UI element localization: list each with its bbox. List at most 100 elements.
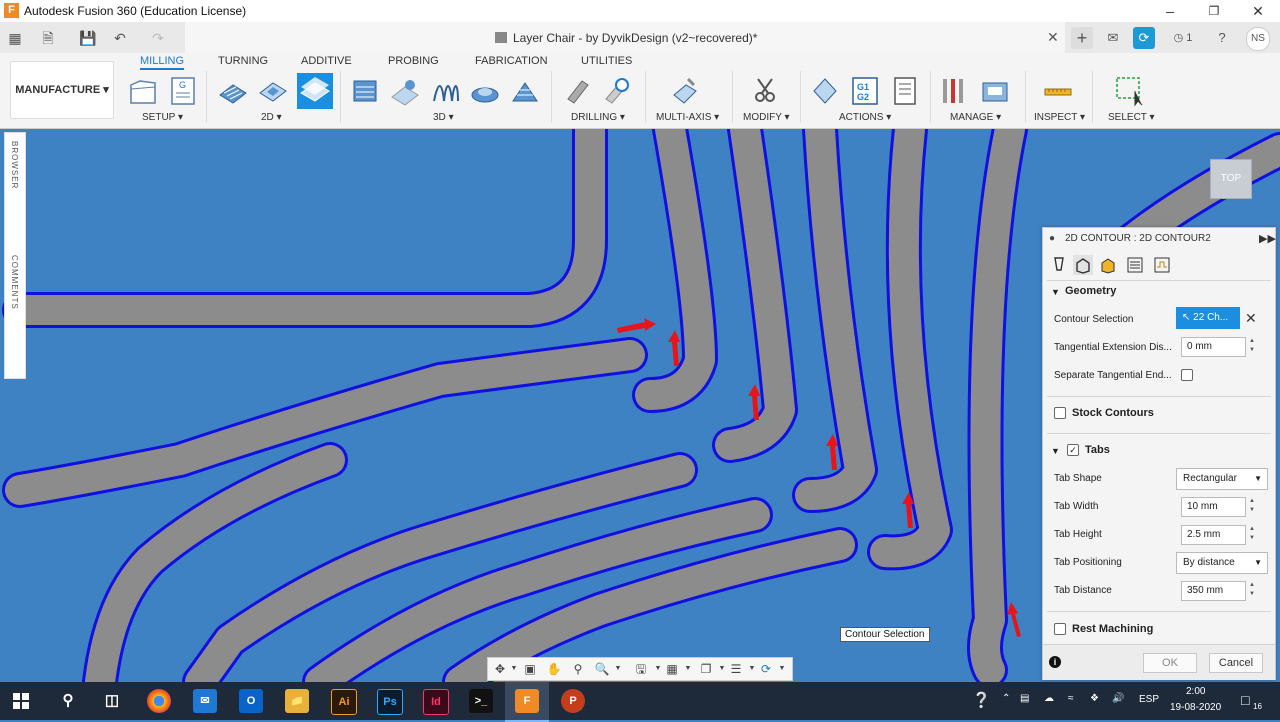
minimize-button[interactable]: – [1148,0,1192,22]
setup-group[interactable]: SETUP ▾ [142,112,183,123]
tab-milling[interactable]: MILLING [140,55,185,70]
cancel-button[interactable]: Cancel [1209,653,1263,673]
ok-button[interactable]: OK [1143,653,1197,673]
tab-distance-field[interactable]: 350 mm [1181,581,1246,601]
select-group[interactable]: SELECT ▾ [1108,112,1155,123]
2d-group[interactable]: 2D ▾ [261,112,282,123]
3d-contour-icon[interactable] [510,75,540,107]
language-indicator[interactable]: ESP [1139,694,1159,705]
tabs-collapse-icon[interactable]: ▼ [1051,446,1060,456]
new-setup-icon[interactable] [128,75,158,107]
3d-parallel-icon[interactable] [430,75,460,107]
3d-pocket-icon[interactable] [390,75,420,107]
look-at-icon[interactable]: ▣ [522,661,538,677]
notifications-icon[interactable]: ✉ [1102,27,1124,49]
modify-group[interactable]: MODIFY ▾ [743,112,790,123]
expand-dialog-icon[interactable]: ▶▶ [1259,232,1276,245]
close-tab-icon[interactable]: ✕ [1047,29,1059,46]
stock-contours-checkbox[interactable] [1054,407,1066,419]
actions-group[interactable]: ACTIONS ▾ [839,112,891,123]
tab-distance-stepper[interactable]: ▲ ▼ [1247,581,1257,599]
info-icon[interactable]: i [1049,656,1061,668]
workspace-switcher[interactable]: MANUFACTURE ▾ [10,61,114,119]
inspect-group[interactable]: INSPECT ▾ [1034,112,1085,123]
volume-icon[interactable]: 🔊 [1112,693,1124,704]
photoshop-icon[interactable]: Ps [377,689,403,715]
tab-shape-select[interactable]: Rectangular ▼ [1176,468,1268,490]
machine-library-icon[interactable] [980,75,1010,107]
tab-width-stepper[interactable]: ▲ ▼ [1247,497,1257,515]
manage-group[interactable]: MANAGE ▾ [950,112,1001,123]
chevron-down-icon[interactable]: ▼ [610,661,626,677]
drill-icon[interactable] [562,75,592,107]
terminal-icon[interactable]: >_ [469,689,493,713]
zoom-icon[interactable]: ⚲ [570,661,586,677]
action-center-icon[interactable]: □ [1241,692,1249,708]
browser-toggle[interactable]: BROWSER [10,141,19,189]
passes-tab-icon[interactable] [1125,255,1145,275]
tab-fabrication[interactable]: FABRICATION [475,55,548,67]
heights-tab-icon[interactable] [1098,255,1118,275]
data-panel-icon[interactable]: ⟳ [1133,27,1155,49]
contour-selection-button[interactable]: ↖ 22 Ch... [1176,307,1240,329]
tab-turning[interactable]: TURNING [218,55,268,67]
mail-icon[interactable]: ✉ [193,689,217,713]
window-select-icon[interactable] [1115,75,1145,107]
measure-icon[interactable] [1043,75,1073,107]
geometry-collapse-icon[interactable]: ▼ [1051,287,1060,297]
clock-date[interactable]: 19-08-2020 [1170,702,1221,713]
hole-recognition-icon[interactable] [602,75,632,107]
windows-start-icon[interactable] [13,693,29,709]
2d-contour-icon[interactable] [297,73,333,109]
file-menu-icon[interactable]: 🗎 [38,28,58,48]
2d-adaptive-icon[interactable] [218,75,248,107]
tangential-extension-stepper[interactable]: ▲ ▼ [1247,337,1257,355]
tangential-extension-field[interactable]: 0 mm [1181,337,1246,357]
tab-utilities[interactable]: UTILITIES [581,55,632,67]
tab-additive[interactable]: ADDITIVE [301,55,352,67]
tab-width-field[interactable]: 10 mm [1181,497,1246,517]
chevron-down-icon[interactable]: ▼ [774,661,790,677]
task-view-icon[interactable]: ◫ [100,689,124,713]
illustrator-icon[interactable]: Ai [331,689,357,715]
modify-icon[interactable] [750,75,780,107]
chrome-icon[interactable] [147,689,171,713]
2d-pocket-icon[interactable] [258,75,288,107]
redo-icon[interactable]: ↷ [148,28,168,48]
user-avatar[interactable]: NS [1246,27,1270,51]
linking-tab-icon[interactable] [1152,255,1172,275]
clock-time[interactable]: 2:00 [1186,686,1205,697]
zoom-window-icon[interactable]: 🔍 [594,661,610,677]
pan-icon[interactable]: ✋ [546,661,562,677]
new-tab-button[interactable]: + [1071,27,1093,49]
nc-program-icon[interactable]: G [168,75,198,107]
clear-selection-icon[interactable]: ✕ [1245,310,1257,327]
chevron-up-icon[interactable]: ⌃ [1002,693,1010,704]
powerpoint-icon[interactable]: P [561,689,585,713]
drilling-group[interactable]: DRILLING ▾ [571,112,625,123]
simulation-icon[interactable]: ⟳ [758,661,774,677]
3d-adaptive-icon[interactable] [350,75,380,107]
3d-scallop-icon[interactable] [470,75,500,107]
outlook-icon[interactable]: O [239,689,263,713]
undo-icon[interactable]: ↶ [110,28,130,48]
wifi-icon[interactable]: ≈ [1068,693,1074,704]
tab-probing[interactable]: PROBING [388,55,439,67]
multi-axis-group[interactable]: MULTI-AXIS ▾ [656,112,719,123]
indesign-icon[interactable]: Id [423,689,449,715]
tab-height-field[interactable]: 2.5 mm [1181,525,1246,545]
tab-height-stepper[interactable]: ▲ ▼ [1247,525,1257,543]
multi-axis-icon[interactable] [670,75,700,107]
section-analysis-icon[interactable]: ☰ [728,661,744,677]
viewcube[interactable]: TOP [1210,159,1252,199]
search-icon[interactable]: ⚲ [56,689,80,713]
tool-library-icon[interactable] [940,75,970,107]
setup-sheet-icon[interactable] [890,75,920,107]
dialog-handle-icon[interactable]: ● [1049,233,1055,244]
tool-tab-icon[interactable] [1049,255,1069,275]
close-window-button[interactable]: ✕ [1236,0,1280,22]
post-process-icon[interactable]: G1G2 [850,75,880,107]
grid-settings-icon[interactable]: ▦ [664,661,680,677]
app-grid-icon[interactable]: ▦ [5,28,25,48]
cloud-icon[interactable]: ☁ [1044,693,1054,704]
